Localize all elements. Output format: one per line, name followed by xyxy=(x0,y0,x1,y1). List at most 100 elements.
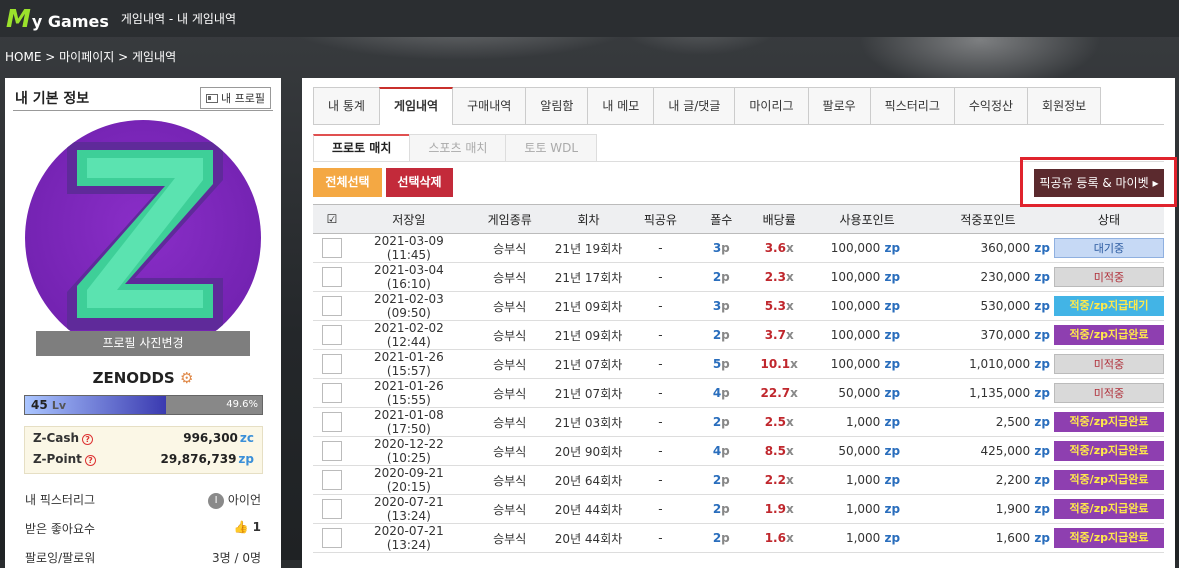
thumbs-up-icon: 👍 xyxy=(233,520,249,534)
logo[interactable]: My Games xyxy=(6,4,109,33)
my-profile-label: 내 프로필 xyxy=(221,92,265,105)
cell-type: 승부식 xyxy=(466,407,553,437)
cell-odds: 22.7x xyxy=(746,378,813,408)
folds-value: 2 xyxy=(712,415,722,429)
use-value: 100,000 xyxy=(830,270,881,284)
table-row[interactable]: 2020-09-21 (20:15) 승부식 20년 64회차 -2p 2.2x 1,00… xyxy=(313,465,1164,495)
username: ZENODDS ⚙ xyxy=(5,369,281,387)
select-all-button[interactable]: 전체선택 xyxy=(313,168,382,197)
status-badge: 미적중 xyxy=(1053,383,1164,403)
help-icon[interactable]: ? xyxy=(84,454,96,466)
username-text: ZENODDS xyxy=(92,369,175,387)
odds-unit: x xyxy=(785,473,794,487)
use-value: 100,000 xyxy=(830,299,881,313)
odds-value: 1.6 xyxy=(764,531,786,545)
use-unit: zp xyxy=(880,386,901,400)
row-checkbox[interactable] xyxy=(321,238,342,258)
row-checkbox[interactable] xyxy=(321,296,342,316)
row-checkbox[interactable] xyxy=(321,383,342,403)
tab-0[interactable]: 내 통계 xyxy=(313,87,380,124)
subtab-1[interactable]: 스포츠 매치 xyxy=(409,134,507,161)
row-checkbox-cell xyxy=(313,465,351,495)
tab-4[interactable]: 내 메모 xyxy=(587,87,655,124)
tab-bar: 내 통계 게임내역 구매내역 알림함 내 메모 내 글/댓글 마이리그 팔로우 픽스터리그 수익정… xyxy=(313,87,1164,125)
cell-folds: 2p xyxy=(696,523,747,553)
tab-6[interactable]: 마이리그 xyxy=(734,87,809,124)
tab-5[interactable]: 내 글/댓글 xyxy=(653,87,736,124)
cell-status: 적중/zp지급완료 xyxy=(1053,320,1164,350)
change-photo-button[interactable]: 프로필 사진변경 xyxy=(36,331,250,356)
divider xyxy=(13,110,273,111)
table-row[interactable]: 2021-01-26 (15:57) 승부식 21년 07회차 -5p 10.1x 100… xyxy=(313,349,1164,379)
row-checkbox-cell xyxy=(313,262,351,292)
table-row[interactable]: 2021-03-09 (11:45) 승부식 21년 19회차 -3p 3.6x 100,… xyxy=(313,233,1164,263)
row-checkbox[interactable] xyxy=(321,528,342,548)
cell-status: 대기중 xyxy=(1053,233,1164,263)
delete-selected-button[interactable]: 선택삭제 xyxy=(386,168,453,197)
table-row[interactable]: 2021-01-08 (17:50) 승부식 21년 03회차 -2p 2.5x 1,00… xyxy=(313,407,1164,437)
table-row[interactable]: 2021-03-04 (16:10) 승부식 21년 17회차 -2p 2.3x 100,… xyxy=(313,262,1164,292)
odds-value: 8.5 xyxy=(764,444,786,458)
row-checkbox-cell xyxy=(313,349,351,379)
folds-value: 3 xyxy=(712,241,722,255)
hit-value: 530,000 xyxy=(980,299,1031,313)
folds-unit: p xyxy=(721,473,730,487)
tab-3[interactable]: 알림함 xyxy=(525,87,589,124)
zpoint-amount: 29,876,739 xyxy=(160,451,237,466)
row-checkbox[interactable] xyxy=(321,499,342,519)
odds-value: 3.6 xyxy=(764,241,786,255)
tab-9[interactable]: 수익정산 xyxy=(953,87,1029,124)
select-all-checkbox[interactable]: ☑ xyxy=(313,204,351,234)
status-badge: 미적중 xyxy=(1053,354,1164,374)
level-percent: 49.6% xyxy=(226,399,258,410)
tab-8[interactable]: 픽스터리그 xyxy=(869,87,955,124)
tab-7[interactable]: 팔로우 xyxy=(807,87,871,124)
folds-unit: p xyxy=(721,415,730,429)
hit-unit: zp xyxy=(1030,270,1050,284)
cell-type: 승부식 xyxy=(466,262,553,292)
cell-status: 적중/zp지급완료 xyxy=(1053,523,1164,553)
odds-value: 2.3 xyxy=(764,270,786,284)
table-row[interactable]: 2021-01-26 (15:55) 승부식 21년 07회차 -4p 22.7x 50,… xyxy=(313,378,1164,408)
use-value: 1,000 xyxy=(845,531,881,545)
row-checkbox-cell xyxy=(313,378,351,408)
tab-10[interactable]: 회원정보 xyxy=(1027,87,1102,124)
subtab-0[interactable]: 프로토 매치 xyxy=(313,134,411,161)
cell-date: 2020-07-21 (13:24) xyxy=(350,523,467,553)
gear-icon[interactable]: ⚙ xyxy=(180,369,193,387)
help-icon[interactable]: ? xyxy=(82,433,94,445)
row-checkbox[interactable] xyxy=(321,412,342,432)
table-row[interactable]: 2021-02-02 (12:44) 승부식 21년 09회차 -2p 3.7x 100,… xyxy=(313,320,1164,350)
zpoint-label-text: Z-Point xyxy=(33,451,82,466)
cell-folds: 2p xyxy=(696,465,747,495)
folds-unit: p xyxy=(721,328,730,342)
avatar[interactable] xyxy=(25,120,261,356)
use-unit: zp xyxy=(880,299,901,313)
cell-date: 2020-09-21 (20:15) xyxy=(350,465,467,495)
tab-2[interactable]: 구매내역 xyxy=(452,87,527,124)
tab-1[interactable]: 게임내역 xyxy=(378,87,454,125)
table-row[interactable]: 2020-07-21 (13:24) 승부식 20년 44회차 -2p 1.6x 1,00… xyxy=(313,523,1164,553)
cell-use: 100,000 zp xyxy=(812,233,923,263)
row-checkbox[interactable] xyxy=(321,267,342,287)
use-unit: zp xyxy=(880,473,901,487)
cell-odds: 1.9x xyxy=(746,494,813,524)
my-profile-button[interactable]: 내 프로필 xyxy=(200,87,271,109)
use-unit: zp xyxy=(880,444,901,458)
column-header: 저장일 xyxy=(350,204,467,234)
cell-date: 2021-01-26 (15:57) xyxy=(350,349,467,379)
table-row[interactable]: 2020-07-21 (13:24) 승부식 20년 44회차 -2p 1.9x 1,00… xyxy=(313,494,1164,524)
row-checkbox[interactable] xyxy=(321,470,342,490)
cell-use: 50,000 zp xyxy=(812,378,923,408)
use-value: 50,000 xyxy=(838,444,881,458)
subtab-2[interactable]: 토토 WDL xyxy=(505,134,598,161)
odds-value: 2.5 xyxy=(764,415,786,429)
row-checkbox[interactable] xyxy=(321,354,342,374)
odds-unit: x xyxy=(785,270,794,284)
cell-round: 21년 07회차 xyxy=(552,349,625,379)
table-row[interactable]: 2020-12-22 (10:25) 승부식 20년 90회차 -4p 8.5x 50,0… xyxy=(313,436,1164,466)
row-checkbox[interactable] xyxy=(321,325,342,345)
table-row[interactable]: 2021-02-03 (09:50) 승부식 21년 09회차 -3p 5.3x 100,… xyxy=(313,291,1164,321)
row-checkbox[interactable] xyxy=(321,441,342,461)
cell-round: 20년 44회차 xyxy=(552,494,625,524)
